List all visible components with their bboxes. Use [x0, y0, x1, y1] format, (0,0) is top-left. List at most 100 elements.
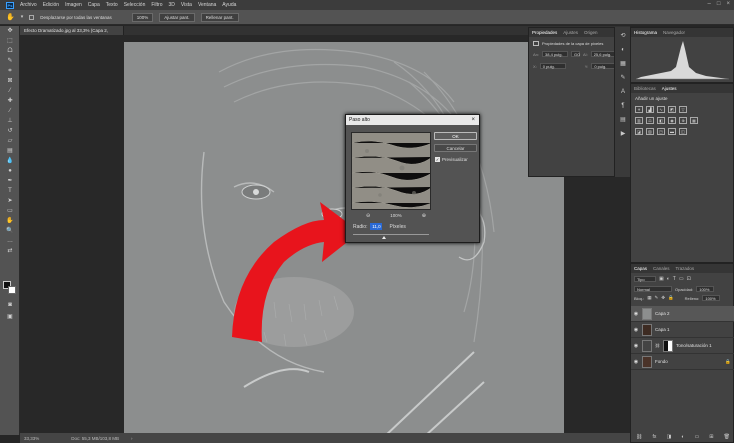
- maximize-icon[interactable]: □: [717, 1, 721, 7]
- shape-tool-icon[interactable]: ▭: [3, 207, 17, 216]
- minimize-icon[interactable]: –: [708, 1, 711, 7]
- move-tool-icon[interactable]: ✥: [3, 27, 17, 36]
- path-select-icon[interactable]: ➤: [3, 197, 17, 206]
- hand-tool-icon[interactable]: ✋: [3, 217, 17, 226]
- layer-row[interactable]: ◉ ⛓ Tono/saturación 1: [631, 338, 734, 354]
- menu-vista[interactable]: Vista: [181, 2, 192, 8]
- zoom-out-icon[interactable]: ⊖: [366, 213, 370, 219]
- x-field[interactable]: 0 pulg.: [539, 63, 566, 69]
- eye-icon[interactable]: ◉: [633, 343, 639, 349]
- filter-shape-icon[interactable]: ▭: [679, 276, 684, 282]
- levels-adjust-icon[interactable]: ▟: [646, 106, 654, 113]
- lock-all-icon[interactable]: 🔒: [668, 295, 674, 301]
- more-tools-icon[interactable]: …: [3, 237, 17, 246]
- color-panel-icon[interactable]: ◐: [618, 45, 628, 55]
- layer-filter-select[interactable]: Tipo: [634, 276, 656, 282]
- filter-adjust-icon[interactable]: ◐: [667, 276, 670, 282]
- document-tab[interactable]: Efecto Dramatizado.jpg al 33,3% (Capa 2,…: [20, 26, 124, 42]
- selective-color-icon[interactable]: ◫: [679, 128, 687, 135]
- paragraph-panel-icon[interactable]: ¶: [618, 101, 628, 111]
- menu-imagen[interactable]: Imagen: [65, 2, 82, 8]
- dodge-tool-icon[interactable]: ●: [3, 167, 17, 176]
- close-icon[interactable]: ×: [471, 115, 475, 125]
- radius-input[interactable]: 11,0: [370, 223, 383, 230]
- cancel-button[interactable]: Cancelar: [434, 144, 477, 152]
- gradient-map-icon[interactable]: ▬: [668, 128, 676, 135]
- background-color-swatch[interactable]: [8, 286, 16, 294]
- tab-trazados[interactable]: Trazados: [676, 266, 695, 271]
- menu-seleccion[interactable]: Selección: [124, 2, 146, 8]
- black-white-icon[interactable]: ◧: [657, 117, 665, 124]
- fill-screen-button[interactable]: Rellenar pant.: [200, 12, 239, 22]
- lock-move-icon[interactable]: ✥: [661, 295, 665, 301]
- add-mask-icon[interactable]: ◨: [666, 434, 671, 440]
- blur-tool-icon[interactable]: 💧: [3, 157, 17, 166]
- marquee-tool-icon[interactable]: ⬚: [3, 37, 17, 46]
- tab-canales[interactable]: Canales: [653, 266, 670, 271]
- frame-tool-icon[interactable]: ⊠: [3, 77, 17, 86]
- blend-mode-select[interactable]: Normal: [634, 286, 672, 292]
- document-canvas[interactable]: [124, 42, 564, 437]
- new-layer-icon[interactable]: ⊞: [709, 434, 713, 440]
- posterize-icon[interactable]: ▨: [646, 128, 654, 135]
- zoom-in-icon[interactable]: ⊕: [422, 213, 426, 219]
- channel-mixer-icon[interactable]: ⊕: [679, 117, 687, 124]
- history-panel-icon[interactable]: ⟲: [618, 31, 628, 41]
- close-icon[interactable]: ×: [726, 1, 730, 7]
- tab-origen[interactable]: Origen: [584, 30, 598, 35]
- link-layers-icon[interactable]: ⛓: [636, 434, 642, 440]
- link-dimensions-button[interactable]: GO: [571, 51, 580, 57]
- new-adjustment-icon[interactable]: ◐: [681, 434, 684, 440]
- actions-panel-icon[interactable]: ▶: [618, 129, 628, 139]
- layer-row[interactable]: ◉ Fondo 🔒: [631, 354, 734, 370]
- eraser-tool-icon[interactable]: ▱: [3, 137, 17, 146]
- hue-saturation-icon[interactable]: ▥: [635, 117, 643, 124]
- tab-ajustes-panel[interactable]: Ajustes: [662, 86, 677, 91]
- libraries-panel-icon[interactable]: ▤: [618, 115, 628, 125]
- lock-pixels-icon[interactable]: ▦: [647, 295, 651, 301]
- vibrance-adjust-icon[interactable]: ▽: [679, 106, 687, 113]
- photo-filter-icon[interactable]: ◉: [668, 117, 676, 124]
- filter-type-icon[interactable]: T: [673, 276, 676, 282]
- brightness-adjust-icon[interactable]: ☀: [635, 106, 643, 113]
- filter-preview[interactable]: [351, 132, 431, 210]
- color-lookup-icon[interactable]: ▦: [690, 117, 698, 124]
- layer-row[interactable]: ◉ Capa 2: [631, 306, 734, 322]
- menu-3d[interactable]: 3D: [169, 2, 175, 8]
- quick-mask-icon[interactable]: ◙: [3, 301, 17, 310]
- tab-ajustes[interactable]: Ajustes: [563, 30, 578, 35]
- menu-texto[interactable]: Texto: [106, 2, 118, 8]
- tab-capas[interactable]: Capas: [634, 266, 647, 271]
- eye-icon[interactable]: ◉: [633, 311, 639, 317]
- menu-ventana[interactable]: Ventana: [198, 2, 216, 8]
- curves-adjust-icon[interactable]: ∿: [657, 106, 665, 113]
- fill-field[interactable]: 100%: [702, 295, 721, 301]
- preview-checkbox[interactable]: ✓: [435, 157, 440, 162]
- edit-toolbar-icon[interactable]: ⇄: [3, 247, 17, 256]
- opacity-field[interactable]: 100%: [696, 286, 715, 292]
- status-arrow-icon[interactable]: ›: [131, 436, 133, 441]
- preview-checkbox-row[interactable]: ✓ Previsualizar: [435, 157, 468, 162]
- delete-layer-icon[interactable]: 🗑: [724, 434, 730, 440]
- brush-tool-icon[interactable]: ∕: [3, 107, 17, 116]
- eye-icon[interactable]: ◉: [633, 359, 639, 365]
- healing-brush-icon[interactable]: ✚: [3, 97, 17, 106]
- width-field[interactable]: 38,4 pulg.: [542, 51, 569, 57]
- stamp-tool-icon[interactable]: ⊥: [3, 117, 17, 126]
- fit-screen-button[interactable]: Ajustar pant.: [159, 12, 195, 22]
- hand-tool-icon[interactable]: ✋: [6, 13, 15, 21]
- quick-select-tool-icon[interactable]: ✎: [3, 57, 17, 66]
- filter-pixel-icon[interactable]: ▣: [659, 276, 664, 282]
- tab-bibliotecas[interactable]: Bibliotecas: [634, 86, 656, 91]
- menu-filtro[interactable]: Filtro: [151, 2, 162, 8]
- layer-row[interactable]: ◉ Capa 1: [631, 322, 734, 338]
- gradient-tool-icon[interactable]: ▤: [3, 147, 17, 156]
- zoom-level[interactable]: 33,33%: [24, 436, 39, 441]
- history-brush-icon[interactable]: ↺: [3, 127, 17, 136]
- filter-smart-icon[interactable]: ⊡: [687, 276, 691, 282]
- exposure-adjust-icon[interactable]: ◩: [668, 106, 676, 113]
- eye-icon[interactable]: ◉: [633, 327, 639, 333]
- menu-archivo[interactable]: Archivo: [20, 2, 37, 8]
- character-panel-icon[interactable]: A: [618, 87, 628, 97]
- layer-style-icon[interactable]: fx: [653, 434, 657, 440]
